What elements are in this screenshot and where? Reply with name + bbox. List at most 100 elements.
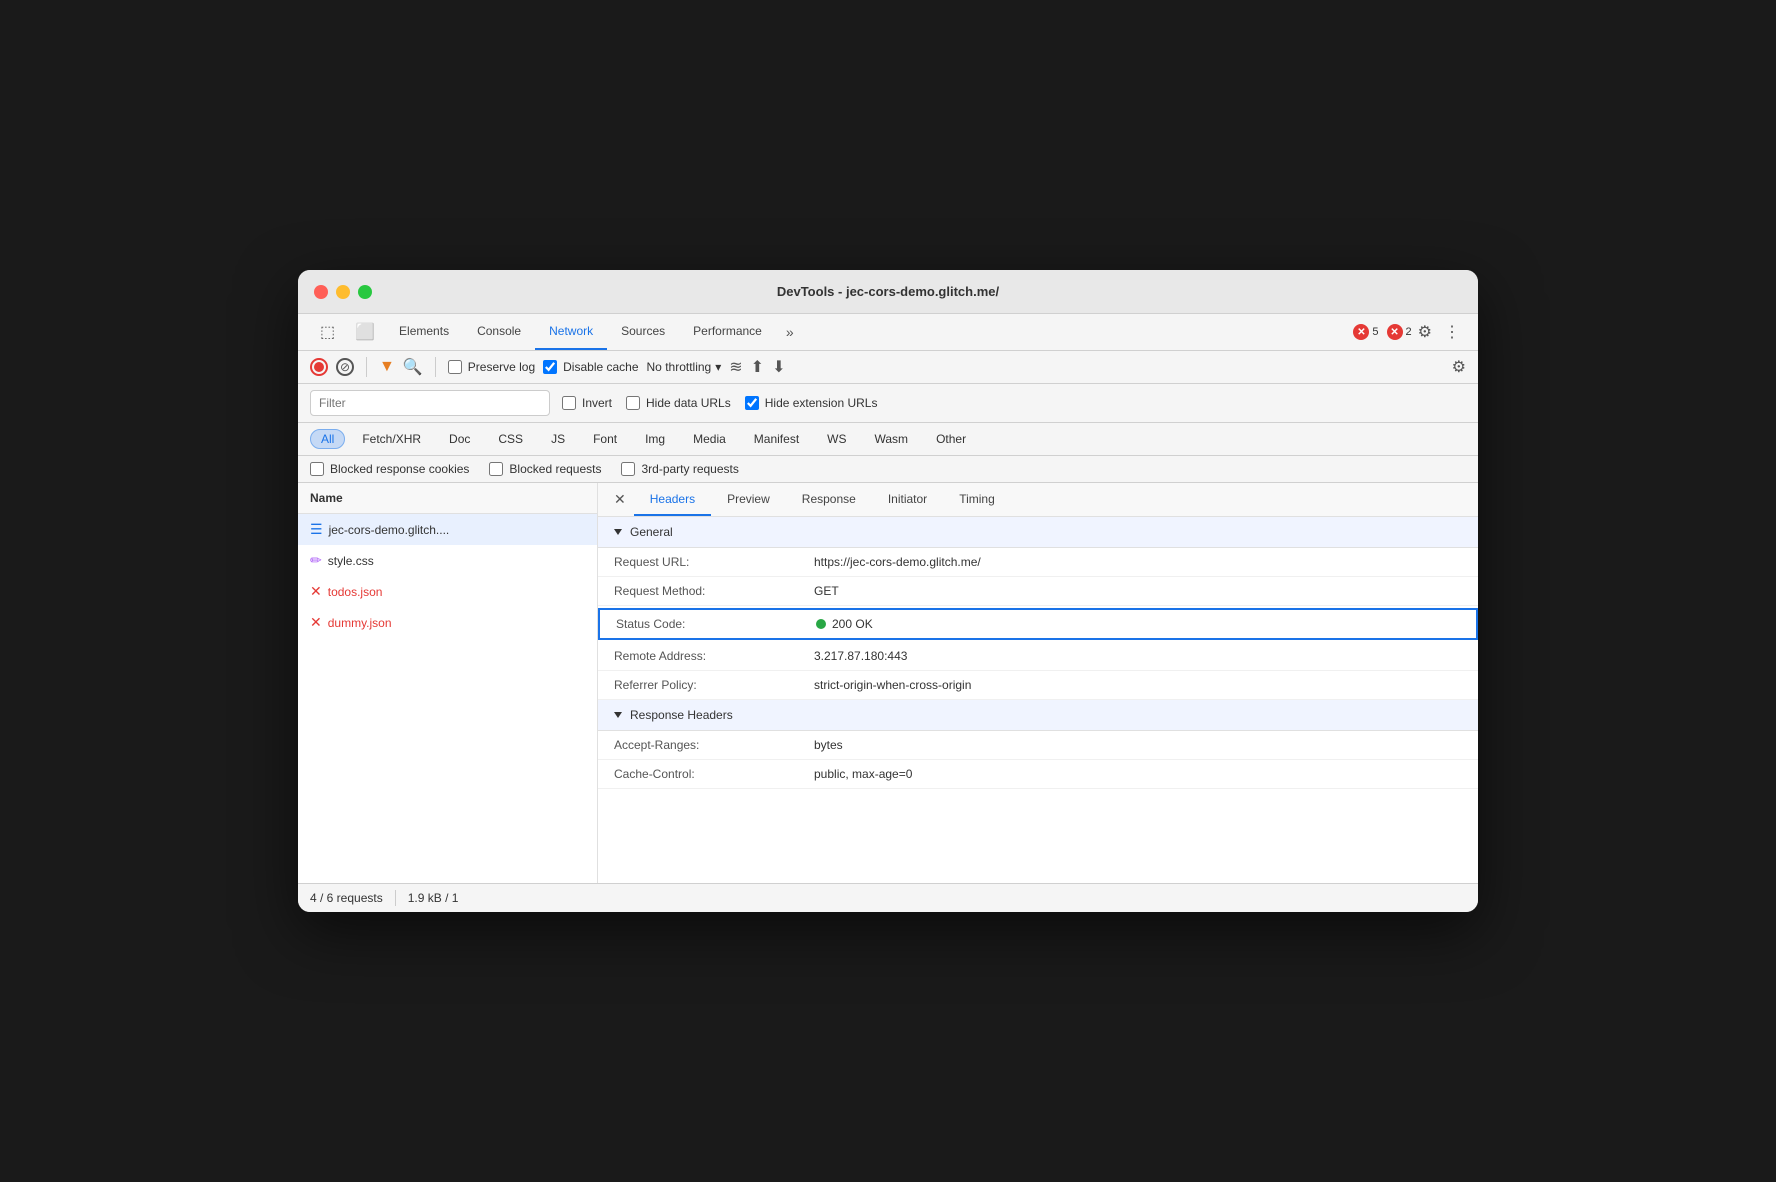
error-count: 5 bbox=[1372, 326, 1378, 338]
throttle-select[interactable]: No throttling ▾ bbox=[647, 360, 722, 374]
tab-sources[interactable]: Sources bbox=[607, 314, 679, 350]
details-tab-response[interactable]: Response bbox=[786, 484, 872, 516]
third-party-checkbox[interactable]: 3rd-party requests bbox=[621, 462, 738, 476]
record-icon bbox=[314, 362, 324, 372]
network-settings-icon[interactable]: ⚙ bbox=[1452, 357, 1466, 377]
details-tab-preview[interactable]: Preview bbox=[711, 484, 786, 516]
blocked-requests-checkbox[interactable]: Blocked requests bbox=[489, 462, 601, 476]
toolbar-divider bbox=[366, 357, 367, 377]
file-item-2[interactable]: ✕ todos.json bbox=[298, 576, 597, 607]
type-btn-fetch-xhr[interactable]: Fetch/XHR bbox=[351, 429, 432, 449]
more-options-icon[interactable]: ⋮ bbox=[1438, 314, 1466, 350]
error-icon: ✕ bbox=[1353, 324, 1369, 340]
hide-extension-urls-label: Hide extension URLs bbox=[765, 396, 878, 410]
traffic-lights bbox=[314, 285, 372, 299]
third-party-label: 3rd-party requests bbox=[641, 462, 738, 476]
file-item-1[interactable]: ✏ style.css bbox=[298, 545, 597, 576]
blocked-cookies-input[interactable] bbox=[310, 462, 324, 476]
filter-input[interactable] bbox=[310, 390, 550, 416]
response-headers-section-header: Response Headers bbox=[598, 700, 1478, 731]
type-btn-manifest[interactable]: Manifest bbox=[743, 429, 810, 449]
type-btn-doc[interactable]: Doc bbox=[438, 429, 481, 449]
accept-ranges-value: bytes bbox=[814, 738, 1462, 752]
doc-icon: ☰ bbox=[310, 521, 323, 538]
type-btn-ws[interactable]: WS bbox=[816, 429, 857, 449]
details-tab-timing[interactable]: Timing bbox=[943, 484, 1011, 516]
throttle-arrow-icon: ▾ bbox=[715, 360, 721, 374]
details-tab-headers[interactable]: Headers bbox=[634, 484, 711, 516]
toolbar-divider-2 bbox=[435, 357, 436, 377]
preserve-log-checkbox[interactable]: Preserve log bbox=[448, 360, 535, 374]
download-icon[interactable]: ⬇ bbox=[772, 357, 785, 377]
tab-console[interactable]: Console bbox=[463, 314, 535, 350]
footer-divider bbox=[395, 890, 396, 906]
invert-checkbox[interactable]: Invert bbox=[562, 396, 612, 410]
url-label: Request URL: bbox=[614, 555, 814, 569]
cache-control-label: Cache-Control: bbox=[614, 767, 814, 781]
preserve-log-input[interactable] bbox=[448, 360, 462, 374]
third-party-input[interactable] bbox=[621, 462, 635, 476]
general-section-header: General bbox=[598, 517, 1478, 548]
type-btn-all[interactable]: All bbox=[310, 429, 345, 449]
file-list-header: Name bbox=[298, 483, 597, 514]
hide-extension-urls-input[interactable] bbox=[745, 396, 759, 410]
disable-cache-input[interactable] bbox=[543, 360, 557, 374]
maximize-button[interactable] bbox=[358, 285, 372, 299]
collapse-icon bbox=[614, 529, 622, 535]
details-body: General Request URL: https://jec-cors-de… bbox=[598, 517, 1478, 880]
warning-icon: ✕ bbox=[1387, 324, 1403, 340]
filter-icon[interactable]: ▼ bbox=[379, 358, 395, 376]
footer-requests: 4 / 6 requests bbox=[310, 891, 383, 905]
file-name-2: todos.json bbox=[328, 585, 383, 599]
blocked-cookies-label: Blocked response cookies bbox=[330, 462, 469, 476]
type-btn-other[interactable]: Other bbox=[925, 429, 977, 449]
type-btn-wasm[interactable]: Wasm bbox=[864, 429, 920, 449]
file-item-0[interactable]: ☰ jec-cors-demo.glitch.... bbox=[298, 514, 597, 545]
error-badges: ✕ 5 ✕ 2 bbox=[1353, 324, 1411, 340]
status-text: 200 OK bbox=[832, 617, 873, 631]
type-btn-css[interactable]: CSS bbox=[487, 429, 534, 449]
detail-row-status: Status Code: 200 OK bbox=[598, 608, 1478, 640]
tab-network[interactable]: Network bbox=[535, 314, 607, 350]
blocked-requests-input[interactable] bbox=[489, 462, 503, 476]
type-btn-img[interactable]: Img bbox=[634, 429, 676, 449]
hide-data-urls-label: Hide data URLs bbox=[646, 396, 731, 410]
blocked-requests-label: Blocked requests bbox=[509, 462, 601, 476]
error-badge[interactable]: ✕ 5 bbox=[1353, 324, 1378, 340]
close-button[interactable] bbox=[314, 285, 328, 299]
tab-performance[interactable]: Performance bbox=[679, 314, 776, 350]
blocked-cookies-checkbox[interactable]: Blocked response cookies bbox=[310, 462, 469, 476]
cursor-icon[interactable]: ⬚ bbox=[310, 314, 345, 350]
invert-input[interactable] bbox=[562, 396, 576, 410]
upload-icon[interactable]: ⬆ bbox=[751, 357, 764, 377]
remote-label: Remote Address: bbox=[614, 649, 814, 663]
hide-data-urls-checkbox[interactable]: Hide data URLs bbox=[626, 396, 731, 410]
type-btn-js[interactable]: JS bbox=[540, 429, 576, 449]
tab-elements[interactable]: Elements bbox=[385, 314, 463, 350]
more-tabs-button[interactable]: » bbox=[776, 316, 804, 348]
details-close-button[interactable]: ✕ bbox=[606, 483, 634, 516]
disable-cache-label: Disable cache bbox=[563, 360, 638, 374]
window-title: DevTools - jec-cors-demo.glitch.me/ bbox=[777, 284, 999, 299]
record-button[interactable] bbox=[310, 358, 328, 376]
file-item-3[interactable]: ✕ dummy.json bbox=[298, 607, 597, 638]
type-btn-font[interactable]: Font bbox=[582, 429, 628, 449]
filter-bar: Invert Hide data URLs Hide extension URL… bbox=[298, 384, 1478, 423]
hide-data-urls-input[interactable] bbox=[626, 396, 640, 410]
warning-badge[interactable]: ✕ 2 bbox=[1387, 324, 1412, 340]
referrer-label: Referrer Policy: bbox=[614, 678, 814, 692]
error-circle-icon-1: ✕ bbox=[310, 614, 322, 631]
detail-row-url: Request URL: https://jec-cors-demo.glitc… bbox=[598, 548, 1478, 577]
minimize-button[interactable] bbox=[336, 285, 350, 299]
file-name-0: jec-cors-demo.glitch.... bbox=[329, 523, 450, 537]
search-icon[interactable]: 🔍 bbox=[403, 357, 423, 377]
settings-gear-icon[interactable]: ⚙ bbox=[1412, 314, 1438, 350]
device-icon[interactable]: ⬜ bbox=[345, 314, 385, 350]
type-btn-media[interactable]: Media bbox=[682, 429, 737, 449]
invert-label: Invert bbox=[582, 396, 612, 410]
details-tab-initiator[interactable]: Initiator bbox=[872, 484, 943, 516]
clear-button[interactable]: ⊘ bbox=[336, 358, 354, 376]
hide-extension-urls-checkbox[interactable]: Hide extension URLs bbox=[745, 396, 878, 410]
disable-cache-checkbox[interactable]: Disable cache bbox=[543, 360, 638, 374]
devtools-window: DevTools - jec-cors-demo.glitch.me/ ⬚ ⬜ … bbox=[298, 270, 1478, 912]
